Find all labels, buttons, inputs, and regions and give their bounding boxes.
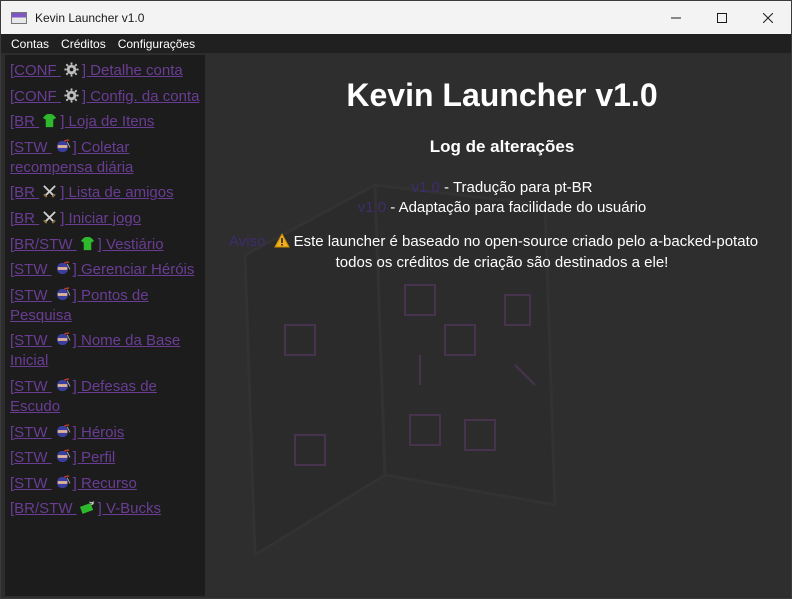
sidebar-item-prefix: [STW: [10, 261, 48, 279]
sidebar-item[interactable]: [BR/STW ] V-Bucks: [5, 499, 205, 519]
changelog-version: v1.0: [357, 199, 387, 216]
gear-icon: [63, 62, 80, 77]
menu-creditos[interactable]: Créditos: [55, 37, 112, 51]
crossed-swords-icon: [41, 210, 58, 225]
sidebar-item-label: ] Lista de amigos: [60, 184, 174, 202]
minimize-icon: [671, 17, 681, 18]
warning-text: Este launcher é baseado no open-source c…: [293, 233, 759, 250]
changelog-version: v1.0: [411, 179, 440, 196]
sidebar-item[interactable]: [STW ] Defesas de Escudo: [5, 377, 205, 417]
sidebar-item-prefix: [STW: [10, 332, 48, 350]
crossed-swords-icon: [41, 184, 58, 199]
changelog-entry: v1.0 - Adaptação para facilidade do usuá…: [205, 199, 791, 216]
sidebar-item-prefix: [BR: [10, 184, 36, 202]
shirt-icon: [41, 113, 58, 128]
ninja-icon: [54, 378, 71, 393]
changelog-entry: v1.0 - Tradução para pt-BR: [205, 179, 791, 196]
maximize-icon: [717, 12, 727, 23]
sidebar-item-prefix: [BR: [10, 209, 36, 227]
sidebar-item-prefix: [STW: [10, 286, 48, 304]
sidebar-item-label: ] Recurso: [72, 474, 137, 492]
app-icon: [11, 11, 27, 24]
sidebar-item-label: ] Iniciar jogo: [60, 209, 142, 227]
sidebar-item-prefix: [CONF: [10, 62, 57, 79]
main-panel: Kevin Launcher v1.0 Log de alterações v1…: [205, 55, 791, 596]
sidebar-item[interactable]: [STW ] Hérois: [5, 423, 205, 443]
sidebar-item-prefix: [BR/STW: [10, 500, 73, 518]
sidebar-item-label: ] Config. da conta: [81, 87, 200, 105]
sidebar-item[interactable]: [CONF ] Config. da conta: [5, 87, 205, 107]
sidebar-item-prefix: [BR: [10, 113, 36, 131]
ninja-icon: [54, 261, 71, 276]
window-title: Kevin Launcher v1.0: [35, 10, 145, 25]
ninja-icon: [54, 139, 71, 154]
sidebar-item-prefix: [STW: [10, 138, 48, 156]
close-button[interactable]: [745, 1, 791, 34]
sidebar-item-label: ] Hérois: [72, 423, 125, 441]
ninja-icon: [54, 332, 71, 347]
menu-contas[interactable]: Contas: [1, 37, 55, 51]
ninja-icon: [54, 423, 71, 439]
ninja-icon: [54, 286, 71, 302]
sidebar-item-label: ] V-Bucks: [97, 500, 162, 518]
sidebar-item[interactable]: [STW ] Pontos de Pesquisa: [5, 286, 205, 326]
sidebar-item[interactable]: [STW ] Perfil: [5, 448, 205, 468]
sidebar-item[interactable]: [STW ] Nome da Base Inicial: [5, 331, 205, 371]
sidebar-item[interactable]: [BR ] Lista de amigos: [5, 183, 205, 203]
warning-line: Aviso Este launcher é baseado no open-so…: [229, 233, 758, 250]
sidebar: [CONF ] Detalhe conta [CONF ] Config. da …: [5, 55, 205, 596]
menu-bar: Contas Créditos Configurações: [1, 34, 791, 53]
sidebar-item-prefix: [BR/STW: [10, 235, 73, 253]
warning-label: Aviso: [229, 233, 266, 250]
ninja-icon: [54, 449, 71, 464]
sidebar-item-label: ] Perfil: [72, 449, 116, 467]
gear-icon: [63, 88, 80, 103]
sidebar-item[interactable]: [CONF ] Detalhe conta: [5, 61, 205, 81]
sidebar-item[interactable]: [STW ] Recurso: [5, 474, 205, 494]
sidebar-item-label: ] Loja de Itens: [60, 113, 155, 131]
sidebar-item[interactable]: [BR ] Loja de Itens: [5, 112, 205, 132]
changelog-heading: Log de alterações: [429, 137, 575, 156]
warning-text-line2: todos os créditos de criação são destina…: [335, 254, 669, 271]
sidebar-item[interactable]: [BR ] Iniciar jogo: [5, 209, 205, 229]
shirt-icon: [79, 236, 96, 251]
sidebar-item-prefix: [STW: [10, 449, 48, 467]
title-bar: Kevin Launcher v1.0: [1, 1, 791, 34]
sidebar-item-prefix: [STW: [10, 423, 48, 441]
money-icon: [79, 500, 96, 515]
changelog-text: - Tradução para pt-BR: [439, 179, 593, 196]
sidebar-item-prefix: [CONF: [10, 87, 57, 105]
sidebar-item[interactable]: [STW ] Coletar recompensa diária: [5, 138, 205, 178]
maximize-button[interactable]: [699, 1, 745, 34]
ninja-icon: [54, 474, 71, 490]
warning-icon: [273, 233, 290, 248]
sidebar-item[interactable]: [STW ] Gerenciar Héróis: [5, 260, 205, 280]
close-icon: [763, 12, 773, 23]
changelog-text: - Adaptação para facilidade do usuário: [386, 199, 647, 216]
menu-configuracoes[interactable]: Configurações: [112, 37, 201, 51]
launcher-window: Kevin Launcher v1.0 Contas Créditos Conf…: [0, 0, 792, 599]
sidebar-item-label: ] Gerenciar Héróis: [72, 261, 195, 279]
minimize-button[interactable]: [653, 1, 699, 34]
sidebar-item-prefix: [STW: [10, 377, 48, 395]
app-heading: Kevin Launcher v1.0: [346, 77, 658, 113]
sidebar-item-prefix: [STW: [10, 474, 48, 492]
sidebar-item-label: ] Detalhe conta: [81, 62, 183, 79]
sidebar-item-label: ] Vestiário: [97, 235, 164, 253]
sidebar-item[interactable]: [BR/STW ] Vestiário: [5, 235, 205, 255]
